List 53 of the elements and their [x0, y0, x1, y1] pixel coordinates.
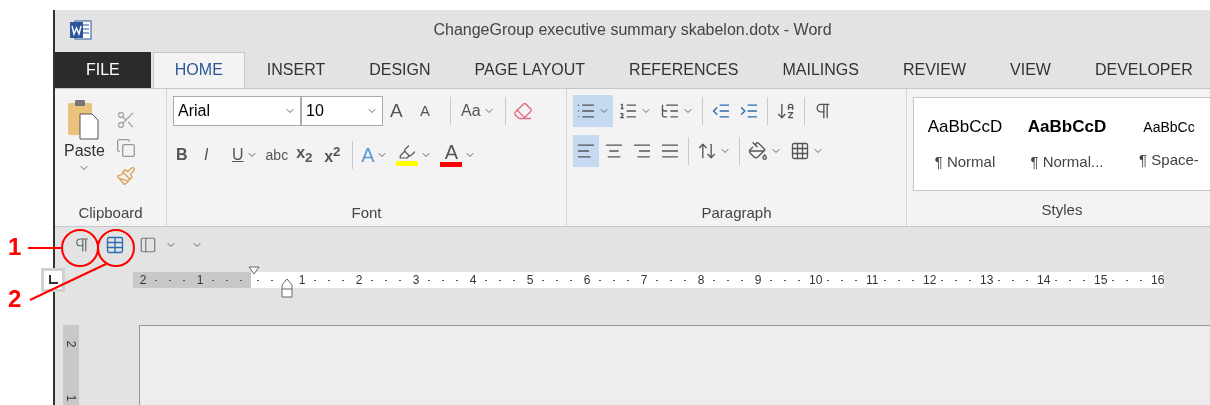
- word-logo-icon: [69, 18, 93, 41]
- window-title: ChangeGroup executive summary skabelon.dotx - Word: [432, 20, 833, 39]
- paintbrush-icon[interactable]: [115, 166, 136, 187]
- font-color-button[interactable]: A: [437, 138, 480, 171]
- super-button[interactable]: x$^{2}$: [321, 138, 348, 171]
- table-icon[interactable]: [105, 235, 125, 256]
- ribbon-tab[interactable]: DEVELOPER: [1072, 51, 1210, 88]
- vertical-ruler: 2 1: [63, 325, 79, 405]
- ribbon-tab[interactable]: PAGE LAYOUT: [452, 51, 608, 88]
- strike-button[interactable]: abc: [262, 138, 292, 171]
- italic-button[interactable]: I: [201, 138, 227, 171]
- tab-selector[interactable]: [41, 268, 65, 293]
- left-tab-icon: [48, 275, 58, 286]
- ribbon-tab[interactable]: VIEW: [988, 51, 1073, 88]
- highlighter-icon[interactable]: [398, 143, 417, 162]
- copy-icon[interactable]: [115, 138, 136, 159]
- group-label: Paragraph: [700, 203, 773, 224]
- clear-formatting-icon[interactable]: [512, 100, 533, 121]
- style-item[interactable]: AaBbCcD ¶ Normal...: [1016, 97, 1118, 190]
- group-label: Clipboard: [77, 203, 144, 224]
- scissors-icon[interactable]: [115, 110, 136, 131]
- underline-button[interactable]: U: [229, 138, 261, 171]
- paste-button[interactable]: Paste: [61, 98, 108, 199]
- style-item[interactable]: AaBbCc ¶ Space-: [1118, 97, 1210, 190]
- shrink-font-button[interactable]: A: [417, 94, 443, 127]
- file-tab[interactable]: FILE: [55, 51, 151, 88]
- borders-icon[interactable]: [790, 140, 810, 161]
- sub-button[interactable]: x$_{2}$: [293, 138, 320, 171]
- font-name-field[interactable]: Arial: [173, 95, 301, 126]
- bold-button[interactable]: B: [173, 138, 199, 171]
- ribbon-tab[interactable]: REFERENCES: [607, 51, 761, 88]
- callout-circle: [97, 229, 135, 267]
- group-label: Font: [350, 203, 383, 224]
- first-line-indent-icon[interactable]: [248, 266, 260, 276]
- group-label: Styles: [1040, 199, 1084, 220]
- ribbon-tab[interactable]: REVIEW: [880, 51, 989, 88]
- callout-number: 1: [8, 233, 22, 261]
- bullet-list-button[interactable]: [573, 94, 613, 127]
- font-size-field[interactable]: 10: [301, 95, 383, 126]
- callout-circle: [61, 229, 99, 267]
- ribbon-tab[interactable]: DESIGN: [347, 51, 453, 88]
- ribbon-tab[interactable]: MAILINGS: [760, 51, 881, 88]
- hanging-indent-icon[interactable]: [281, 278, 293, 299]
- pilcrow-icon[interactable]: [73, 236, 91, 255]
- style-item[interactable]: AaBbCcD ¶ Normal: [914, 97, 1016, 190]
- change-case-button[interactable]: Aa: [458, 94, 498, 127]
- ribbon-tab[interactable]: INSERT: [244, 51, 348, 88]
- align-left-button[interactable]: [573, 134, 599, 167]
- ribbon-tab[interactable]: HOME: [152, 51, 245, 88]
- paint-bucket-icon[interactable]: [748, 140, 768, 161]
- leader-line: [27, 247, 62, 249]
- grow-font-button[interactable]: A: [387, 94, 413, 127]
- callout-number: 2: [8, 285, 22, 313]
